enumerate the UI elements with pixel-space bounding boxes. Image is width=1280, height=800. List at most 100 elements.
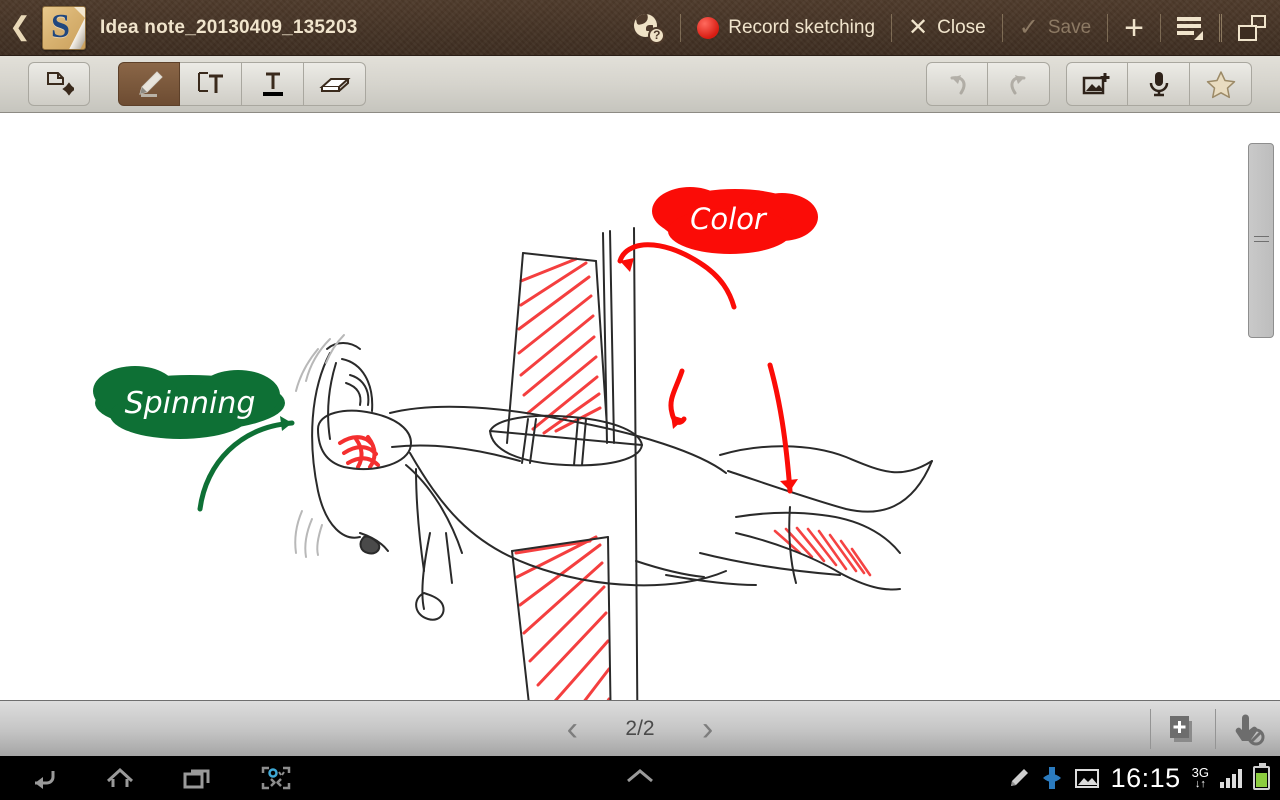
wing-hatching-lower <box>514 535 611 700</box>
shape-move-icon <box>47 72 74 96</box>
chevron-up-icon <box>627 768 653 782</box>
page-bar-actions <box>1150 701 1280 757</box>
app-icon: S <box>42 5 86 50</box>
divider <box>1107 13 1109 42</box>
save-button[interactable]: ✓ Save <box>1013 8 1097 48</box>
close-button[interactable]: ✕ Close <box>902 8 992 48</box>
selection-move-tool[interactable] <box>28 62 90 106</box>
network-indicator: 3G ↓↑ <box>1192 766 1209 790</box>
redo-arrow-icon <box>1010 75 1025 95</box>
close-label: Close <box>937 16 986 38</box>
sketch-canvas[interactable]: Spinning Color <box>0 113 1280 700</box>
signal-bars-icon <box>1220 768 1242 788</box>
spinning-label-blob[interactable]: Spinning <box>93 366 285 439</box>
palm-rejection-icon <box>1235 714 1265 746</box>
propeller-spin-marks <box>338 435 380 469</box>
android-recents-icon <box>183 769 210 789</box>
android-home-button[interactable] <box>100 758 140 798</box>
tool-bar <box>0 56 1280 113</box>
close-icon: ✕ <box>908 13 929 41</box>
android-back-button[interactable] <box>22 758 62 798</box>
image-plus-icon <box>1082 73 1110 95</box>
text-underline-icon <box>262 72 283 96</box>
android-nav-buttons <box>22 758 296 798</box>
voice-record-button[interactable] <box>1128 62 1190 106</box>
pen-icon <box>139 71 163 97</box>
undo-button[interactable] <box>926 62 988 106</box>
help-button[interactable]: ? <box>628 8 670 48</box>
stylus-icon <box>1010 769 1028 786</box>
divider <box>891 13 893 42</box>
eraser-icon <box>318 78 351 92</box>
battery-icon <box>1253 763 1270 790</box>
drawing-tool-group <box>118 62 366 106</box>
status-bar: 16:15 3G ↓↑ <box>1006 756 1270 800</box>
expand-handle[interactable] <box>618 765 662 792</box>
page-indicator: 2/2 <box>625 716 655 740</box>
list-menu-icon <box>1177 16 1203 40</box>
text-tool[interactable] <box>242 62 304 106</box>
record-sketching-label: Record sketching <box>728 16 876 38</box>
app-icon-letter: S <box>51 7 70 45</box>
text-box-icon <box>197 72 223 93</box>
screen-capture-icon <box>261 766 291 790</box>
page-bar: ‹ 2/2 › <box>0 700 1280 756</box>
plus-icon: + <box>1124 8 1144 47</box>
undo-arrow-icon <box>950 75 966 95</box>
screenshot-saved-icon <box>1074 769 1099 788</box>
airplane-sketch: Spinning Color <box>93 187 933 700</box>
help-badge-label: ? <box>648 26 666 44</box>
insert-group <box>1066 62 1252 106</box>
selection-tool-group <box>28 62 90 106</box>
globe-help-icon: ? <box>634 13 666 44</box>
record-sketching-button[interactable]: Record sketching <box>691 8 881 48</box>
clock-label: 16:15 <box>1110 762 1181 793</box>
multi-window-button[interactable] <box>1232 8 1272 48</box>
divider <box>1160 13 1161 42</box>
check-icon: ✓ <box>1018 13 1039 41</box>
android-back-icon <box>35 771 55 789</box>
android-home-icon <box>106 767 134 787</box>
menu-button[interactable] <box>1171 8 1209 48</box>
add-page-icon <box>1170 716 1192 742</box>
previous-page-button[interactable]: ‹ <box>567 712 578 746</box>
divider <box>680 13 682 42</box>
star-icon <box>1206 71 1235 99</box>
redo-button[interactable] <box>988 62 1050 106</box>
vertical-scrollbar[interactable] <box>1248 143 1274 338</box>
android-nav-bar: 16:15 3G ↓↑ <box>0 756 1280 800</box>
text-box-tool[interactable] <box>180 62 242 106</box>
palm-rejection-button[interactable] <box>1216 701 1280 757</box>
divider <box>1219 13 1222 42</box>
color-annotation-arrows <box>617 242 798 494</box>
spinning-label: Spinning <box>125 386 256 421</box>
add-page-button[interactable] <box>1151 701 1215 757</box>
color-label: Color <box>690 202 768 236</box>
pen-tool[interactable] <box>118 62 180 106</box>
save-label: Save <box>1047 16 1092 38</box>
divider <box>1001 13 1003 42</box>
back-button[interactable]: ❮ <box>0 0 40 56</box>
history-group <box>926 62 1050 106</box>
page-title: Idea note_20130409_135203 <box>100 16 358 38</box>
grip-lines-icon <box>1254 236 1269 246</box>
network-arrows-label: ↓↑ <box>1194 778 1206 790</box>
share-sync-icon <box>1042 767 1061 789</box>
eraser-tool[interactable] <box>304 62 366 106</box>
s-note-app: ❮ S Idea note_20130409_135203 ? Record s… <box>0 0 1280 800</box>
title-bar-actions: ? Record sketching ✕ Close ✓ Save + <box>628 0 1280 56</box>
record-dot-icon <box>697 16 720 39</box>
favorite-button[interactable] <box>1190 62 1252 106</box>
title-bar: ❮ S Idea note_20130409_135203 ? Record s… <box>0 0 1280 56</box>
add-button[interactable]: + <box>1118 8 1150 48</box>
screen-capture-button[interactable] <box>256 758 296 798</box>
next-page-button[interactable]: › <box>702 712 713 746</box>
color-label-blob[interactable]: Color <box>652 187 818 254</box>
microphone-icon <box>1149 72 1168 97</box>
airplane-line-art <box>311 227 933 700</box>
android-recents-button[interactable] <box>178 758 218 798</box>
insert-image-button[interactable] <box>1066 62 1128 106</box>
multi-window-icon <box>1238 14 1266 41</box>
page-navigation: ‹ 2/2 › <box>567 712 714 746</box>
wing-hatching-upper <box>517 257 602 435</box>
